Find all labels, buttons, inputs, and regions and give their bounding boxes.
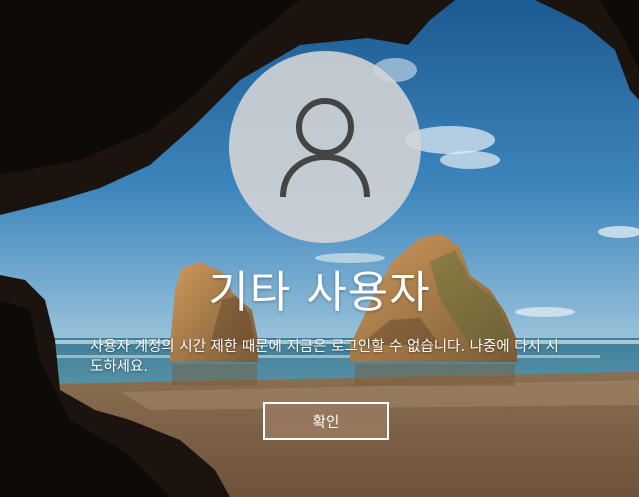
lock-screen: 기타 사용자 사용자 계정의 시간 제한 때문에 지금은 로그인할 수 없습니다… xyxy=(0,0,639,497)
account-name: 기타 사용자 xyxy=(208,267,431,318)
sign-in-restriction-message: 사용자 계정의 시간 제한 때문에 지금은 로그인할 수 없습니다. 나중에 다… xyxy=(90,339,559,375)
user-silhouette-icon xyxy=(280,98,370,198)
user-avatar xyxy=(229,51,421,243)
ok-button[interactable]: 확인 xyxy=(263,402,389,440)
